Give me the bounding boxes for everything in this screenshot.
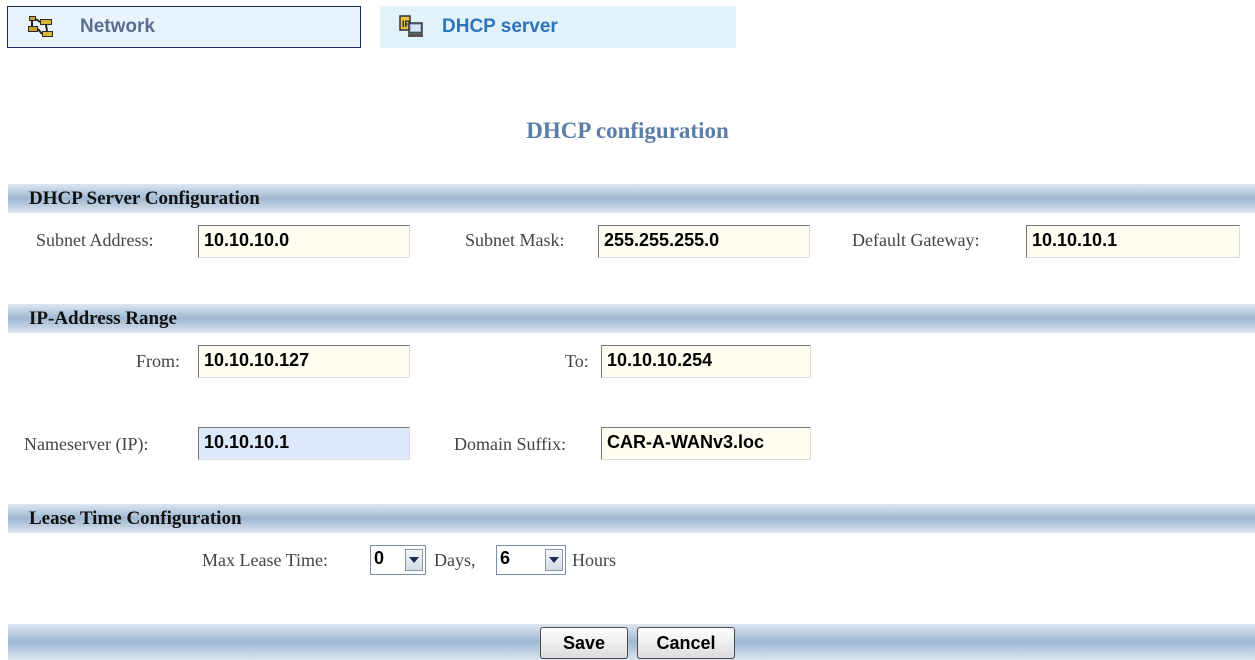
max-lease-time-label: Max Lease Time: [202, 550, 328, 570]
tab-network-label: Network [80, 16, 155, 37]
dropdown-arrow-icon [409, 557, 419, 563]
cancel-button[interactable]: Cancel [637, 627, 735, 659]
section-header-ip-range: IP-Address Range [8, 304, 1255, 333]
subnet-address-input[interactable]: 10.10.10.0 [198, 225, 410, 258]
to-label: To: [565, 351, 589, 371]
to-ip-input[interactable]: 10.10.10.254 [601, 345, 811, 378]
chevron-down-icon[interactable] [545, 549, 563, 571]
days-label: Days, [434, 550, 476, 570]
nameserver-input[interactable]: 10.10.10.1 [198, 427, 410, 460]
network-icon [28, 16, 53, 37]
tab-dhcp-server-label: DHCP server [442, 16, 558, 37]
subnet-mask-label: Subnet Mask: [465, 230, 565, 250]
default-gateway-input[interactable]: 10.10.10.1 [1026, 225, 1240, 258]
subnet-address-label: Subnet Address: [36, 230, 154, 250]
lease-days-select[interactable]: 0 [370, 545, 426, 575]
tab-dhcp-server[interactable]: IP DHCP server [380, 6, 736, 48]
chevron-down-icon[interactable] [405, 549, 423, 571]
dhcp-server-icon: IP [399, 15, 423, 37]
from-label: From: [136, 351, 181, 371]
lease-hours-select[interactable]: 6 [496, 545, 566, 575]
section-header-lease-time: Lease Time Configuration [8, 504, 1255, 533]
page-title: DHCP configuration [526, 118, 729, 143]
footer-bar [8, 624, 1255, 660]
from-ip-input[interactable]: 10.10.10.127 [198, 345, 410, 378]
tab-network[interactable]: Network [7, 6, 361, 48]
lease-days-value: 0 [374, 548, 385, 568]
default-gateway-label: Default Gateway: [852, 230, 980, 250]
save-button[interactable]: Save [540, 627, 628, 659]
nameserver-label: Nameserver (IP): [24, 434, 149, 454]
hours-label: Hours [572, 550, 616, 570]
section-header-dhcp-server: DHCP Server Configuration [8, 184, 1255, 213]
section-title: IP-Address Range [29, 308, 177, 329]
subnet-mask-input[interactable]: 255.255.255.0 [598, 225, 810, 258]
lease-hours-value: 6 [500, 548, 511, 568]
domain-suffix-label: Domain Suffix: [454, 434, 567, 454]
dropdown-arrow-icon [549, 557, 559, 563]
section-title: Lease Time Configuration [29, 508, 242, 529]
domain-suffix-input[interactable]: CAR-A-WANv3.loc [601, 427, 811, 460]
section-title: DHCP Server Configuration [29, 188, 260, 209]
